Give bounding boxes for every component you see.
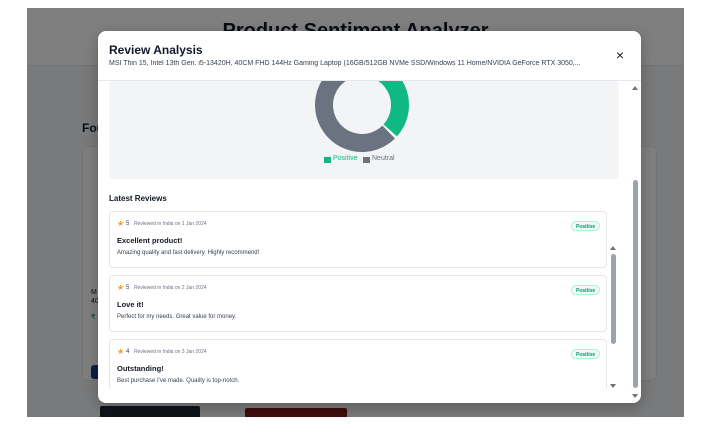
reviews-scroll-down-icon[interactable] [610,384,616,388]
review-rating: 5 [126,285,130,291]
review-analysis-modal: Review Analysis MSI Thin 15, Intel 13th … [98,31,641,403]
sentiment-chart: Positive Neutral [109,81,619,179]
close-icon[interactable]: × [613,47,627,63]
donut-slice-neutral [315,81,395,152]
review-body: Best purchase I've made. Quality is top-… [117,378,240,384]
modal-body: Positive Neutral Latest Reviews ★ 5 Revi… [98,81,641,403]
legend-label-neutral: Neutral [372,155,395,162]
reviews-list[interactable]: ★ 5 Reviewed in India on 1 Jan 2024 Posi… [109,211,617,389]
review-meta: Reviewed in India on 2 Jan 2024 [134,285,207,291]
modal-scroll-up-icon[interactable] [632,86,638,90]
modal-title: Review Analysis [109,43,203,57]
review-meta: Reviewed in India on 3 Jan 2024 [134,349,207,355]
modal-scrollbar[interactable] [633,180,638,388]
legend-label-positive: Positive [333,155,358,162]
review-card: ★ 5 Reviewed in India on 1 Jan 2024 Posi… [109,211,607,268]
sentiment-badge: Positive [571,349,601,359]
review-rating: 5 [126,221,130,227]
screen: Product Sentiment Analyzer Fou M 40 ₹ Re… [0,0,708,439]
donut-chart [315,81,409,152]
star-icon: ★ [117,347,125,356]
review-card: ★ 4 Reviewed in India on 3 Jan 2024 Posi… [109,339,607,389]
legend-swatch-neutral [363,157,370,163]
review-rating: 4 [126,349,130,355]
star-icon: ★ [117,283,125,292]
review-title: Love it! [117,300,144,309]
legend-swatch-positive [324,157,331,163]
product-name: MSI Thin 15, Intel 13th Gen. i5-13420H, … [109,60,581,67]
review-card: ★ 5 Reviewed in India on 2 Jan 2024 Posi… [109,275,607,332]
modal-scroll-down-icon[interactable] [632,394,638,398]
star-icon: ★ [117,219,125,228]
sentiment-badge: Positive [571,285,601,295]
sentiment-badge: Positive [571,221,601,231]
review-meta: Reviewed in India on 1 Jan 2024 [134,221,207,227]
reviews-scroll-up-icon[interactable] [610,246,616,250]
latest-reviews-heading: Latest Reviews [109,194,167,203]
review-body: Perfect for my needs. Great value for mo… [117,314,237,320]
review-title: Outstanding! [117,364,164,373]
modal-header: Review Analysis MSI Thin 15, Intel 13th … [98,31,641,81]
reviews-scrollbar[interactable] [611,254,616,344]
review-body: Amazing quality and fast delivery. Highl… [117,250,260,256]
review-title: Excellent product! [117,236,183,245]
